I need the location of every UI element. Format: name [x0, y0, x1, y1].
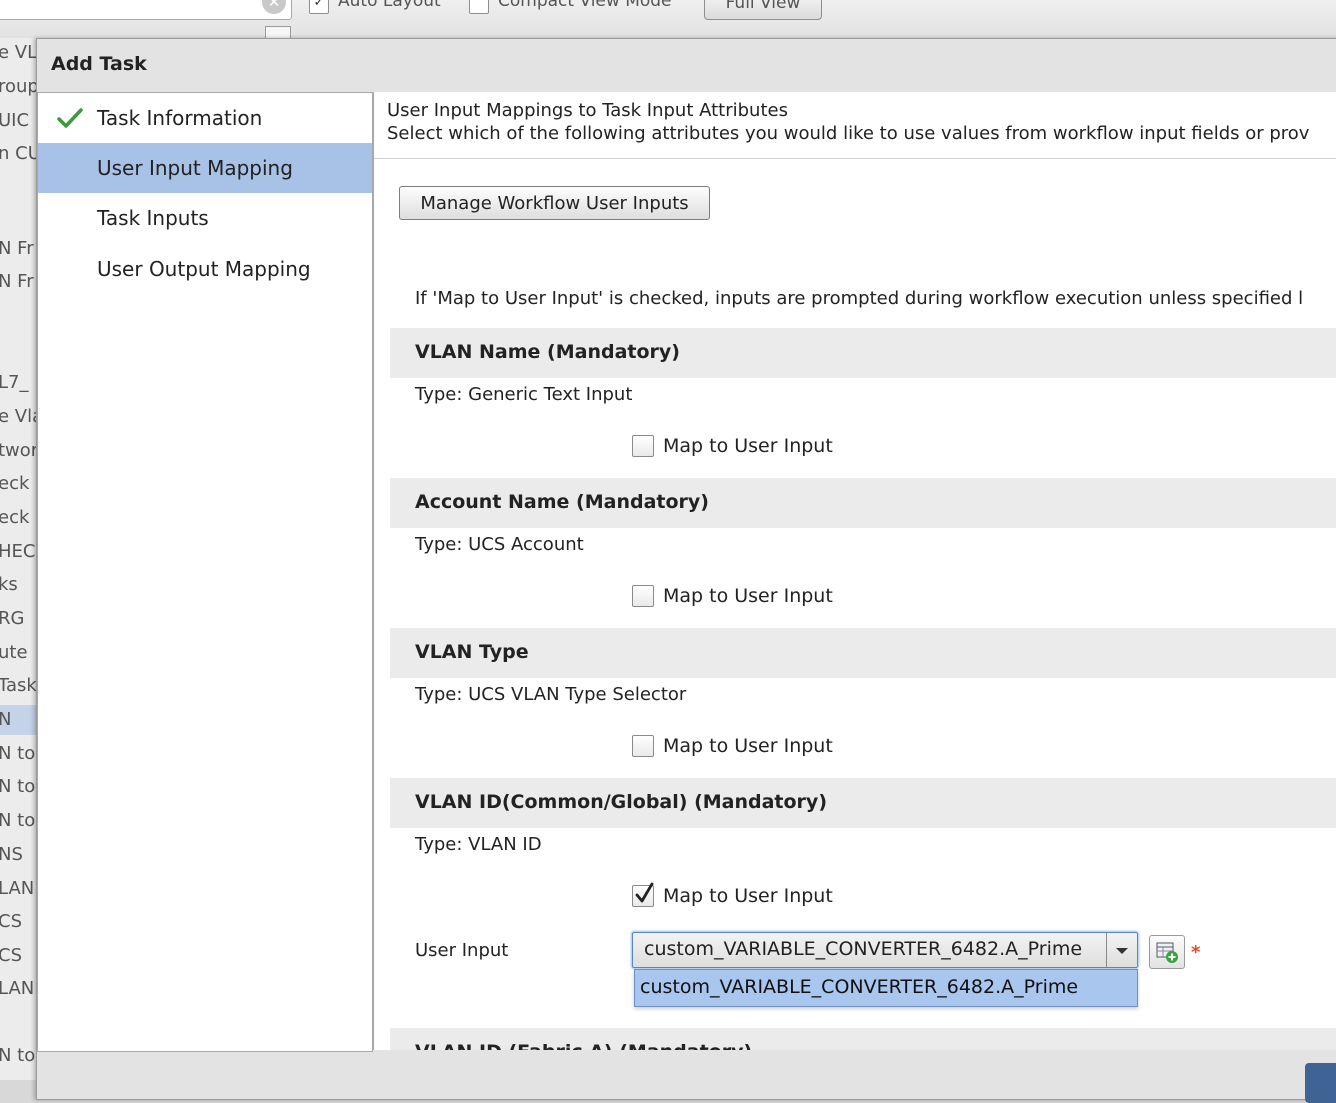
required-indicator: *	[1191, 942, 1201, 963]
full-view-button[interactable]: Full View	[704, 0, 822, 20]
map-to-user-input-checkbox[interactable]	[632, 735, 654, 757]
dialog-footer-button[interactable]	[1305, 1063, 1336, 1103]
step-content-panel: User Input Mappings to Task Input Attrib…	[373, 92, 1336, 1050]
background-list-item[interactable]	[0, 335, 36, 365]
section-header-vlan-id-fabric-a: VLAN ID (Fabric A) (Mandatory)	[390, 1028, 1336, 1050]
content-header-title: User Input Mappings to Task Input Attrib…	[387, 100, 788, 121]
background-list-item[interactable]: N Fr	[0, 267, 36, 297]
background-list-item[interactable]: N to	[0, 806, 36, 836]
background-list-item[interactable]: ute	[0, 638, 36, 668]
background-list-item[interactable]: roup	[0, 72, 36, 102]
section-type-text: Type: VLAN ID	[415, 834, 542, 855]
section-type-text: Type: UCS Account	[415, 534, 584, 555]
background-list-item[interactable]: N to	[0, 739, 36, 769]
background-list-item[interactable]: eck	[0, 503, 36, 533]
section-title: VLAN ID (Fabric A) (Mandatory)	[415, 1041, 752, 1050]
section-type-text: Type: Generic Text Input	[415, 384, 633, 405]
section-header-vlan-id-common: VLAN ID(Common/Global) (Mandatory)	[390, 778, 1336, 828]
step-user-output-mapping[interactable]: User Output Mapping	[38, 244, 372, 294]
compact-view-label: Compact View Mode	[498, 0, 672, 11]
background-list-item[interactable]	[0, 173, 36, 203]
content-header-description: Select which of the following attributes…	[387, 123, 1310, 144]
user-input-label: User Input	[415, 940, 509, 961]
step-label: Task Inputs	[97, 206, 209, 230]
user-input-dropdown-list: custom_VARIABLE_CONVERTER_6482.A_Prime	[634, 969, 1138, 1007]
map-info-text: If 'Map to User Input' is checked, input…	[415, 288, 1304, 309]
auto-layout-checkbox[interactable]: ✓	[309, 0, 329, 14]
map-to-user-input-checkbox[interactable]	[632, 435, 654, 457]
background-list-item[interactable]: n CU	[0, 139, 36, 169]
background-list-item[interactable]: Task	[0, 671, 36, 701]
background-list-item[interactable]: L7_	[0, 368, 36, 398]
manage-workflow-user-inputs-button[interactable]: Manage Workflow User Inputs	[399, 186, 710, 220]
dropdown-option[interactable]: custom_VARIABLE_CONVERTER_6482.A_Prime	[640, 976, 1078, 998]
background-list-item[interactable]: NS	[0, 840, 36, 870]
background-list-item[interactable]: e Vla	[0, 402, 36, 432]
background-list-item[interactable]: CS	[0, 907, 36, 937]
background-list-item[interactable]	[0, 1008, 36, 1038]
map-to-user-input-label: Map to User Input	[663, 585, 833, 607]
section-header-vlan-name: VLAN Name (Mandatory)	[390, 328, 1336, 378]
map-to-user-input-checkbox[interactable]	[632, 882, 654, 907]
user-input-select[interactable]: custom_VARIABLE_CONVERTER_6482.A_Prime	[632, 932, 1138, 968]
background-list-item[interactable]: N Fr	[0, 234, 36, 264]
checkmark-icon	[635, 882, 654, 903]
background-list-item[interactable]: N	[0, 705, 36, 735]
step-user-input-mapping[interactable]: User Input Mapping	[38, 143, 372, 193]
section-header-account-name: Account Name (Mandatory)	[390, 478, 1336, 528]
section-title: VLAN Type	[415, 641, 529, 663]
background-toolbar: ✕ ✓ Auto Layout Compact View Mode Full V…	[0, 0, 1336, 39]
auto-layout-label: Auto Layout	[338, 0, 441, 11]
user-input-selected-value: custom_VARIABLE_CONVERTER_6482.A_Prime	[644, 938, 1083, 960]
background-list-item[interactable]: e VL	[0, 38, 36, 68]
add-user-input-button[interactable]	[1149, 935, 1185, 969]
background-list-item[interactable]: HEC	[0, 537, 36, 567]
background-list-item[interactable]: LAN	[0, 974, 36, 1004]
dialog-title: Add Task	[51, 53, 147, 75]
step-label: User Output Mapping	[97, 257, 311, 281]
section-type-text: Type: UCS VLAN Type Selector	[415, 684, 687, 705]
step-label: User Input Mapping	[97, 156, 293, 180]
background-task-list: e VLroupUICn CUN FrN FrL7_e Vlatworeckec…	[0, 38, 36, 1080]
add-table-icon	[1156, 942, 1178, 963]
background-list-item[interactable]: UIC	[0, 106, 36, 136]
background-list-item[interactable]: sk a	[0, 1075, 36, 1080]
checkmark-icon	[57, 108, 83, 128]
section-title: VLAN ID(Common/Global) (Mandatory)	[415, 791, 827, 813]
background-search-input[interactable]	[0, 0, 292, 20]
chevron-down-icon[interactable]	[1106, 933, 1137, 967]
map-to-user-input-checkbox[interactable]	[632, 585, 654, 607]
map-to-user-input-label: Map to User Input	[663, 435, 833, 457]
wizard-steps-nav: Task Information User Input Mapping Task…	[37, 92, 373, 1052]
step-task-information[interactable]: Task Information	[38, 93, 372, 143]
background-list-item[interactable]: ks	[0, 570, 36, 600]
add-task-dialog: Add Task Task Information User Input Map…	[36, 38, 1336, 1103]
section-header-vlan-type: VLAN Type	[390, 628, 1336, 678]
background-list-item[interactable]: RG	[0, 604, 36, 634]
header-divider	[374, 158, 1336, 159]
section-title: Account Name (Mandatory)	[415, 491, 709, 513]
compact-view-checkbox[interactable]	[469, 0, 489, 14]
background-list-item[interactable]: CS	[0, 941, 36, 971]
background-list-item[interactable]: eck	[0, 469, 36, 499]
background-list-item[interactable]: N to	[0, 1041, 36, 1071]
section-title: VLAN Name (Mandatory)	[415, 341, 680, 363]
background-list-item[interactable]: LAN	[0, 874, 36, 904]
map-to-user-input-label: Map to User Input	[663, 735, 833, 757]
background-list-item[interactable]: twor	[0, 436, 36, 466]
step-label: Task Information	[97, 106, 263, 130]
step-task-inputs[interactable]: Task Inputs	[38, 193, 372, 243]
map-to-user-input-label: Map to User Input	[663, 885, 833, 907]
background-list-item[interactable]: N to	[0, 772, 36, 802]
